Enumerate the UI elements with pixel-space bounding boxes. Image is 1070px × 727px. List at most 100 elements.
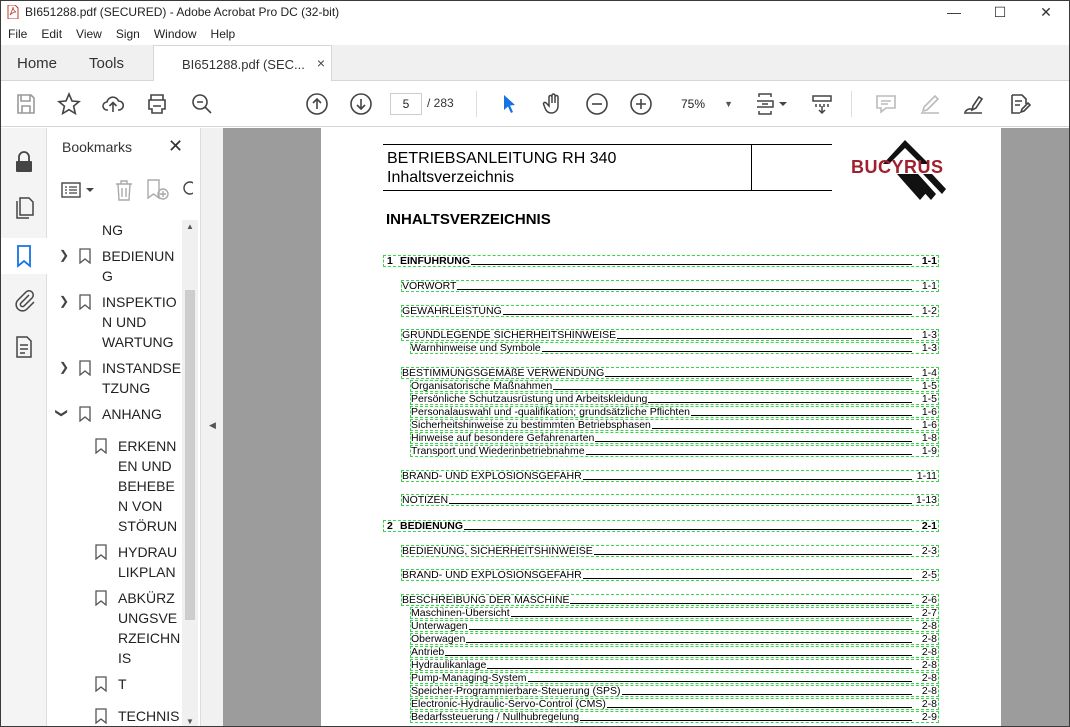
menu-sign[interactable]: Sign [109,27,147,41]
toc-entry[interactable]: Hydraulikanlage 2-8 [410,659,939,671]
scroll-down-icon[interactable]: ▼ [186,717,194,726]
toc-entry[interactable]: Speicher-Programmierbare-Steuerung (SPS)… [410,685,939,697]
bookmark-label[interactable]: TECHNIS [118,706,179,726]
toc-entry[interactable]: Electronic-Hydraulic-Servo-Control (CMS)… [410,698,939,710]
zoom-level-select[interactable]: 75% ▼ [673,93,735,115]
toc-entry[interactable]: BESCHREIBUNG DER MASCHINE 2-6 [401,594,939,606]
options-menu-icon[interactable] [61,180,97,200]
menu-view[interactable]: View [69,27,109,41]
maximize-button[interactable]: ☐ [977,1,1023,23]
sign-pen-icon[interactable] [961,92,985,116]
bookmark-label[interactable]: HYDRAU LIKPLAN [118,542,177,582]
upload-cloud-icon[interactable] [101,92,125,116]
toc-entry[interactable]: Organisatorische Maßnahmen 1-5 [410,380,939,392]
bookmark-label[interactable]: BEDIENUN G [102,246,174,286]
toc-entry[interactable]: NOTIZEN 1-13 [401,494,939,506]
chevron-down-icon[interactable]: ❯ [55,408,69,418]
toc-entry[interactable]: Warnhinweise und Symbole 1-3 [410,342,939,354]
toc-entry-text: GRUNDLEGENDE SICHERHEITSHINWEISE [402,329,617,341]
minimize-button[interactable]: — [931,1,977,23]
zoom-out-icon[interactable] [585,92,609,116]
menu-window[interactable]: Window [147,27,204,41]
print-icon[interactable] [145,92,169,116]
new-bookmark-icon[interactable] [145,178,171,202]
bookmark-label[interactable]: INSTANDSE TZUNG [102,358,181,398]
page-thumbnails-icon[interactable] [12,196,36,220]
delete-bookmark-icon[interactable] [113,178,135,202]
toc-entry[interactable]: Oberwagen 2-8 [410,633,939,645]
document-viewer: BETRIEBSANLEITUNG RH 340 Inhaltsverzeich… [223,128,1069,726]
highlight-pen-icon[interactable] [918,92,942,116]
tab-document[interactable]: BI651288.pdf (SEC... × [153,45,332,82]
bookmarks-scrollbar[interactable]: ▲ ▼ [182,220,198,726]
bookmark-label[interactable]: NG [102,220,123,240]
save-icon[interactable] [14,92,38,116]
toc-entry-title: GEWÄHRLEISTUNG [402,306,503,316]
star-icon[interactable] [57,91,81,116]
scrollbar-thumb[interactable] [185,290,195,620]
toc-entry[interactable]: Transport und Wiederinbetriebnahme 1-9 [410,445,939,457]
toc-entry[interactable]: BRAND- UND EXPLOSIONSGEFAHR 1-11 [401,470,939,482]
toolbar: 5 / 283 75% ▼ [1,81,1069,127]
chevron-right-icon[interactable]: ❯ [59,294,69,308]
toc-entry[interactable]: Antrieb 2-8 [410,646,939,658]
toc-entry[interactable]: 2 BEDIENUNG 2-1 [383,520,939,532]
toc-entry[interactable]: 1 EINFÜHRUNG 1-1 [383,255,939,267]
bookmark-label[interactable]: ERKENN EN UND BEHEBE N VON STÖRUN [118,436,177,536]
zoom-in-icon[interactable] [629,92,653,116]
document-properties-icon[interactable] [12,335,36,359]
toc-entry[interactable]: Sicherheitshinweise zu bestimmten Betrie… [410,419,939,431]
menu-file[interactable]: File [1,27,34,41]
page-fit-icon[interactable] [755,92,789,116]
toc-entry[interactable]: Bedarfssteuerung / Nullhubregelung 2-9 [410,711,939,723]
toc-entry[interactable]: BESTIMMUNGSGEMÄßE VERWENDUNG 1-4 [401,367,939,379]
toc-entry-text: BESCHREIBUNG DER MASCHINE [402,594,570,606]
scroll-up-icon[interactable]: ▲ [186,222,194,231]
bookmark-label[interactable]: INSPEKTIO N UND WARTUNG [102,292,177,352]
toc-entry[interactable]: Unterwagen 2-8 [410,620,939,632]
bookmark-label[interactable]: T [118,674,127,694]
toc-entry[interactable]: GEWÄHRLEISTUNG 1-2 [401,305,939,317]
menu-help[interactable]: Help [204,27,243,41]
document-header-title: BETRIEBSANLEITUNG RH 340 [387,150,617,167]
tab-tools[interactable]: Tools [89,45,124,81]
toc-entry[interactable]: Maschinen-Übersicht 2-7 [410,607,939,619]
tab-document-label: BI651288.pdf (SEC... [182,56,305,72]
panel-splitter[interactable]: ◀ [200,128,223,726]
page-up-icon[interactable] [305,92,329,116]
bookmark-label[interactable]: ABKÜRZ UNGSVE RZEICHN IS [118,588,180,668]
toc-entry-title: BRAND- UND EXPLOSIONSGEFAHR [402,570,583,580]
select-cursor-icon[interactable] [497,92,521,116]
bookmarks-panel-icon[interactable] [1,238,47,274]
collapse-panel-icon[interactable]: ◀ [209,420,216,431]
attachments-icon[interactable] [12,288,36,312]
bookmark-label[interactable]: ANHANG [102,404,162,424]
menu-edit[interactable]: Edit [34,27,69,41]
toc-entry[interactable]: VORWORT 1-1 [401,280,939,292]
hand-tool-icon[interactable] [541,92,565,116]
close-tab-icon[interactable]: × [317,55,325,71]
page-number-input[interactable]: 5 [390,93,422,115]
toc-entry[interactable]: Pump-Managing-System 2-8 [410,672,939,684]
edit-document-icon[interactable] [1007,92,1032,116]
find-bookmark-icon[interactable] [181,178,193,202]
toc-entry[interactable]: Hinweise auf besondere Gefahrenarten 1-8 [410,432,939,444]
close-panel-icon[interactable]: ✕ [168,136,183,157]
toc-entry[interactable]: Persönliche Schutzausrüstung und Arbeits… [410,393,939,405]
chevron-right-icon[interactable]: ❯ [59,248,69,262]
page-down-icon[interactable] [349,92,373,116]
toc-entry[interactable]: BEDIENUNG, SICHERHEITSHINWEISE 2-3 [401,545,939,557]
close-window-button[interactable]: ✕ [1023,1,1069,23]
lock-icon[interactable] [12,150,36,174]
comment-icon[interactable] [874,92,898,116]
tab-home[interactable]: Home [17,45,57,81]
scrolling-mode-icon[interactable] [810,92,834,116]
bookmark-icon [79,406,91,422]
toc-entry[interactable]: BRAND- UND EXPLOSIONSGEFAHR 2-5 [401,569,939,581]
toc-entry-title: Pump-Managing-System [411,673,528,683]
chevron-right-icon[interactable]: ❯ [59,360,69,374]
bookmarks-panel-title: Bookmarks [62,139,133,155]
toc-entry[interactable]: Personalauswahl und -qualifikation; grun… [410,406,939,418]
search-zoom-icon[interactable] [190,92,214,116]
toc-entry[interactable]: GRUNDLEGENDE SICHERHEITSHINWEISE 1-3 [401,329,939,341]
